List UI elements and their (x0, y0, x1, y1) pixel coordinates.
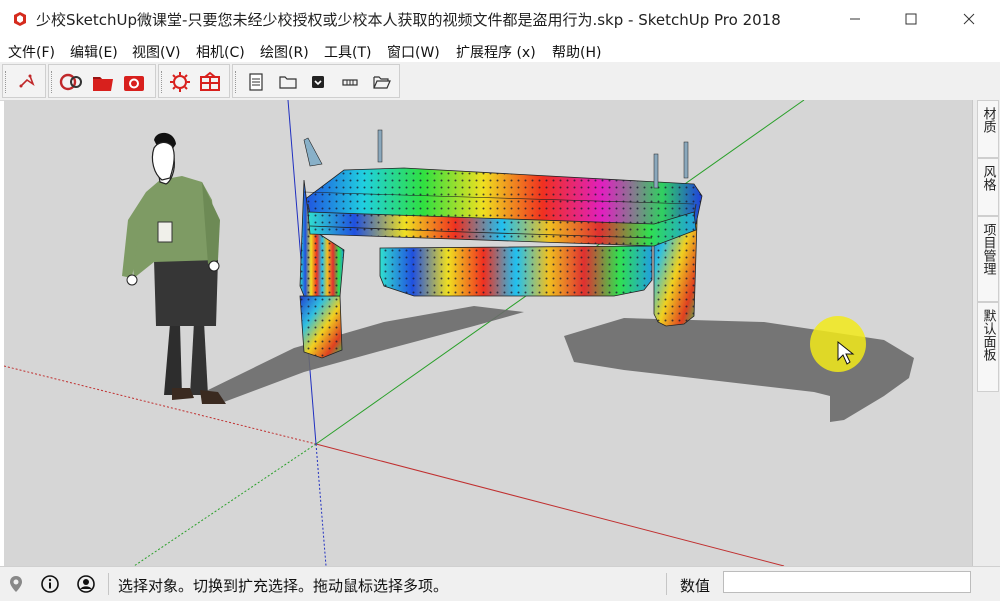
minimize-button[interactable] (832, 0, 878, 38)
camera-red-icon[interactable] (121, 69, 147, 95)
sketchup-app-icon[interactable] (12, 11, 28, 27)
default-tray: 材质 风格 项目管理 默认面板 (972, 100, 1000, 566)
status-separator (108, 573, 109, 595)
folder-icon[interactable] (275, 69, 301, 95)
sun-gear-icon[interactable] (167, 69, 193, 95)
folder-red-icon[interactable] (90, 69, 116, 95)
geo-location-icon[interactable] (6, 574, 26, 594)
drawing-viewport[interactable] (4, 100, 972, 566)
measurements-label: 数值 (680, 577, 711, 595)
model-info-icon[interactable] (337, 69, 363, 95)
toolbar-group-plugins (48, 64, 156, 98)
component-grid-icon[interactable] (197, 69, 223, 95)
menu-camera[interactable]: 相机(C) (196, 42, 245, 62)
menu-view[interactable]: 视图(V) (132, 42, 181, 62)
toolbar-grip[interactable] (5, 71, 9, 93)
toolbar-grip[interactable] (161, 71, 165, 93)
select-arrow-icon[interactable] (15, 69, 41, 95)
tray-tab-materials[interactable]: 材质 (977, 100, 999, 158)
tray-tab-outliner[interactable]: 项目管理 (977, 216, 999, 302)
person-shadow (204, 306, 524, 402)
status-bar: 选择对象。切换到扩充选择。拖动鼠标选择多项。 数值 (0, 566, 1000, 601)
status-separator (666, 573, 667, 595)
info-icon[interactable] (40, 574, 60, 594)
save-icon[interactable] (305, 69, 331, 95)
document-icon[interactable] (243, 69, 269, 95)
red-axis (315, 443, 785, 566)
blue-axis-negative (315, 443, 327, 566)
close-button[interactable] (946, 0, 992, 38)
toolbar-group-select (2, 64, 46, 98)
menu-draw[interactable]: 绘图(R) (260, 42, 309, 62)
account-icon[interactable] (76, 574, 96, 594)
measurements-input[interactable] (723, 571, 971, 593)
person-figure[interactable] (122, 132, 226, 404)
maximize-button[interactable] (888, 0, 934, 38)
tray-tab-default-panel[interactable]: 默认面板 (977, 302, 999, 392)
menu-tools[interactable]: 工具(T) (324, 42, 371, 62)
title-bar: 少校SketchUp微课堂-只要您未经少校授权或少校本人获取的视频文件都是盗用行… (0, 0, 1000, 38)
status-message: 选择对象。切换到扩充选择。拖动鼠标选择多项。 (118, 577, 449, 595)
open-folder-icon[interactable] (369, 69, 395, 95)
menu-bar: 文件(F) 编辑(E) 视图(V) 相机(C) 绘图(R) 工具(T) 窗口(W… (0, 38, 1000, 62)
ring-tool-icon[interactable] (59, 69, 85, 95)
toolbar-group-tools (158, 64, 230, 98)
green-axis-negative (133, 443, 317, 566)
menu-file[interactable]: 文件(F) (8, 42, 55, 62)
window-title: 少校SketchUp微课堂-只要您未经少校授权或少校本人获取的视频文件都是盗用行… (36, 11, 781, 29)
toolbar (0, 62, 1000, 101)
menu-edit[interactable]: 编辑(E) (70, 42, 118, 62)
menu-extensions[interactable]: 扩展程序 (x) (456, 42, 536, 62)
tray-tab-styles[interactable]: 风格 (977, 158, 999, 216)
toolbar-group-file (232, 64, 400, 98)
menu-help[interactable]: 帮助(H) (552, 42, 601, 62)
menu-window[interactable]: 窗口(W) (387, 42, 440, 62)
toolbar-grip[interactable] (235, 71, 239, 93)
scene-canvas[interactable] (4, 100, 972, 566)
toolbar-grip[interactable] (51, 71, 55, 93)
